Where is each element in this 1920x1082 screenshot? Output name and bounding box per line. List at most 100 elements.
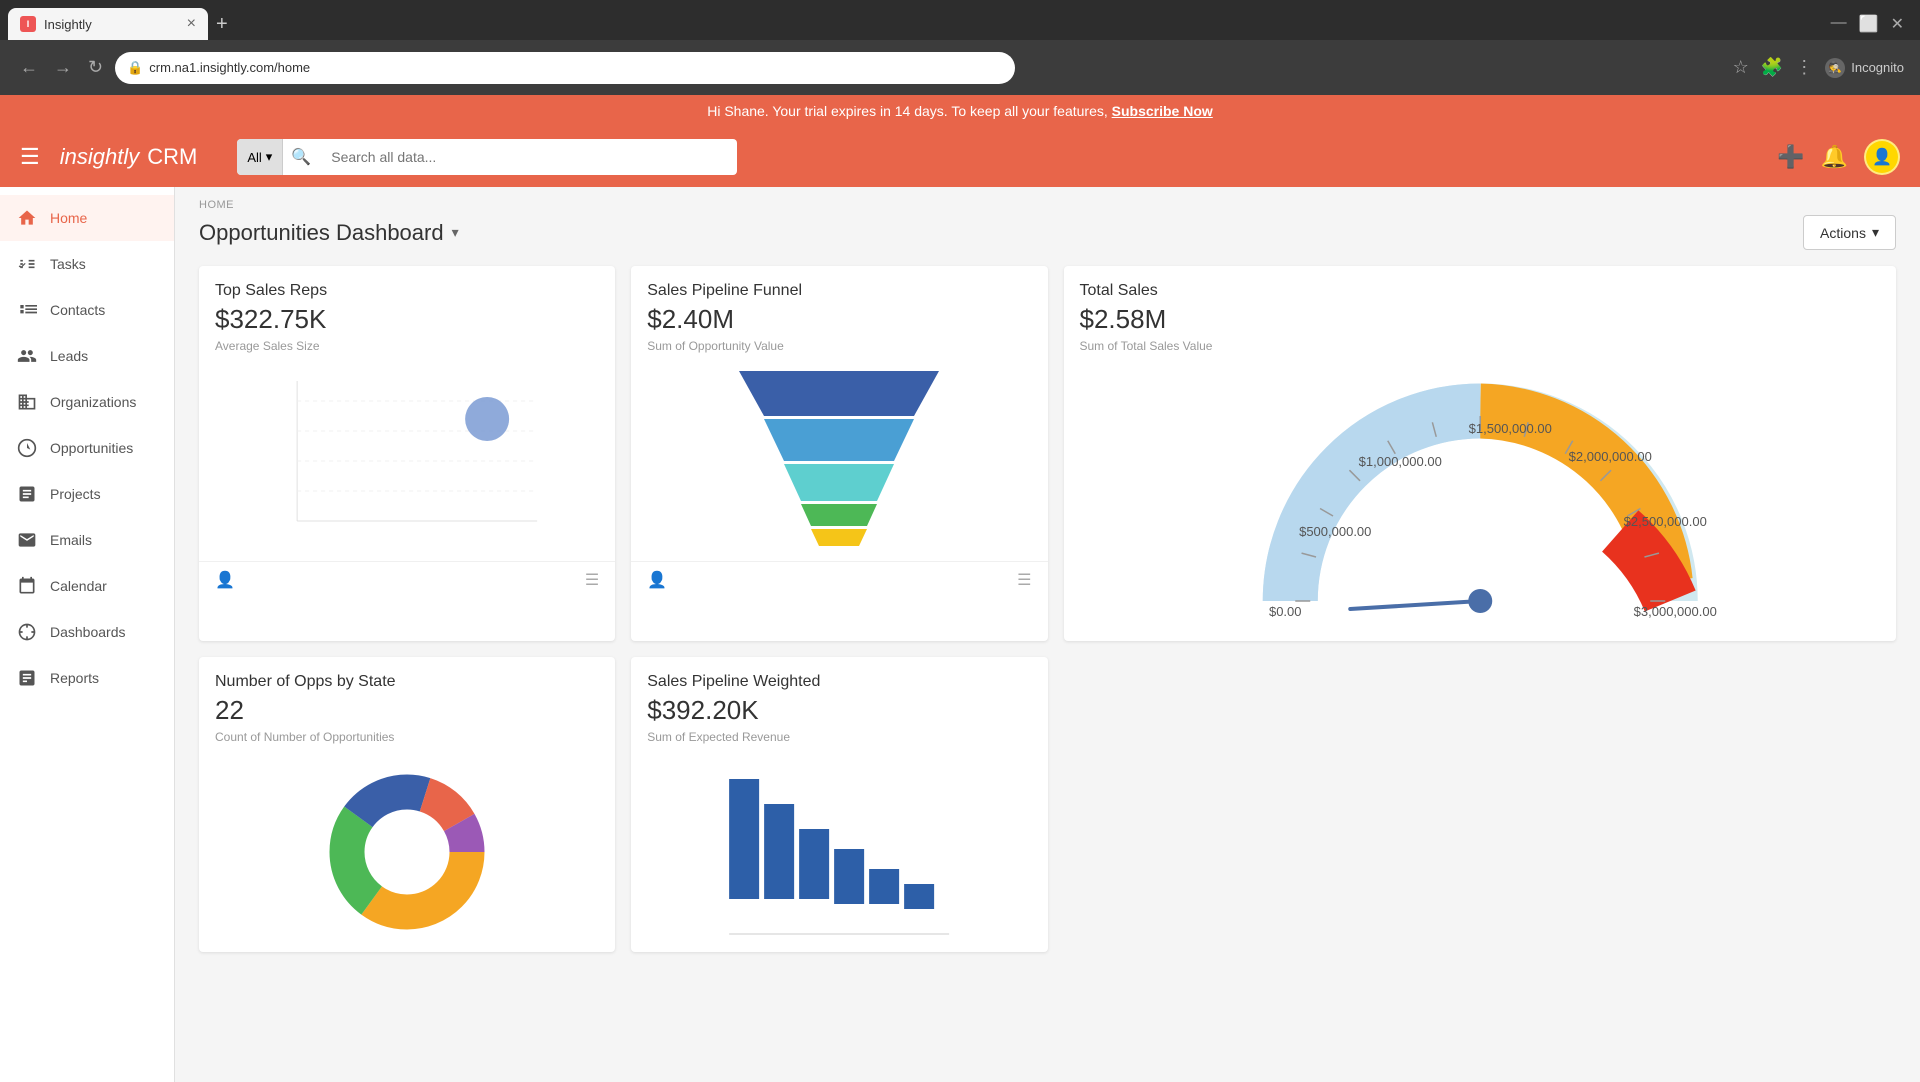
gauge-label-2-5m: $2,500,000.00 (1623, 514, 1706, 529)
actions-button[interactable]: Actions ▾ (1803, 215, 1896, 250)
new-tab-button[interactable]: + (216, 13, 228, 36)
sidebar-label-calendar: Calendar (50, 578, 107, 594)
top-sales-reps-card: Top Sales Reps $322.75K Average Sales Si… (199, 266, 615, 641)
tab-close-button[interactable]: × (187, 15, 196, 33)
active-tab[interactable]: I Insightly × (8, 8, 208, 40)
person-icon: 👤 (215, 570, 235, 590)
pipeline-weighted-header: Sales Pipeline Weighted $392.20K Sum of … (631, 657, 1047, 752)
sidebar-item-organizations[interactable]: Organizations (0, 379, 174, 425)
sidebar-item-contacts[interactable]: Contacts (0, 287, 174, 333)
pipeline-funnel-card: Sales Pipeline Funnel $2.40M Sum of Oppo… (631, 266, 1047, 641)
browser-settings-icon[interactable]: ⋮ (1795, 57, 1813, 78)
sidebar-item-home[interactable]: Home (0, 195, 174, 241)
browser-tabs: I Insightly × + — ⬜ ✕ (0, 0, 1920, 40)
opps-by-state-title: Number of Opps by State (215, 673, 599, 691)
pipeline-weighted-title: Sales Pipeline Weighted (647, 673, 1031, 691)
address-bar[interactable]: 🔒 crm.na1.insightly.com/home (115, 52, 1015, 84)
sidebar-item-opportunities[interactable]: Opportunities (0, 425, 174, 471)
sidebar-item-dashboards[interactable]: Dashboards (0, 609, 174, 655)
user-avatar[interactable]: 👤 (1864, 139, 1900, 175)
close-window-button[interactable]: ✕ (1891, 14, 1904, 34)
sidebar-label-emails: Emails (50, 532, 92, 548)
breadcrumb-area: HOME (175, 187, 1920, 211)
reports-icon (16, 667, 38, 689)
gauge-label-500k: $500,000.00 (1299, 524, 1371, 539)
gauge-label-1m: $1,000,000.00 (1358, 454, 1441, 469)
incognito-badge: 🕵 Incognito (1825, 58, 1904, 78)
search-input[interactable] (319, 149, 737, 165)
opps-by-state-value: 22 (215, 695, 599, 726)
padlock-icon: 🔒 (127, 60, 143, 76)
subscribe-link[interactable]: Subscribe Now (1112, 103, 1213, 119)
donut-chart (317, 762, 497, 942)
tasks-icon (16, 253, 38, 275)
search-filter-chevron: ▾ (266, 149, 273, 165)
actions-chevron-icon: ▾ (1872, 224, 1879, 241)
pipeline-funnel-body (631, 361, 1047, 561)
funnel-person-icon: 👤 (647, 570, 667, 590)
top-sales-reps-header: Top Sales Reps $322.75K Average Sales Si… (199, 266, 615, 361)
app-logo: insightly CRM (60, 144, 198, 170)
opps-by-state-header: Number of Opps by State 22 Count of Numb… (199, 657, 615, 752)
header-actions: ➕ 🔔 👤 (1777, 139, 1900, 175)
sidebar-label-contacts: Contacts (50, 302, 105, 318)
sidebar-item-leads[interactable]: Leads (0, 333, 174, 379)
reload-button[interactable]: ↻ (84, 53, 107, 82)
minimize-button[interactable]: — (1831, 14, 1847, 34)
total-sales-value: $2.58M (1080, 304, 1881, 335)
top-sales-reps-value: $322.75K (215, 304, 599, 335)
opportunities-icon (16, 437, 38, 459)
url-text: crm.na1.insightly.com/home (149, 60, 310, 75)
search-filter-dropdown[interactable]: All ▾ (237, 139, 283, 175)
main-content: HOME Opportunities Dashboard ▾ Actions ▾… (175, 187, 1920, 1082)
gauge-label-1-5m: $1,500,000.00 (1468, 421, 1551, 436)
top-sales-reps-title: Top Sales Reps (215, 282, 599, 300)
breadcrumb: HOME (199, 199, 1896, 211)
tab-title: Insightly (44, 17, 92, 32)
trial-text: Hi Shane. Your trial expires in 14 days.… (707, 103, 1108, 119)
sidebar-item-tasks[interactable]: Tasks (0, 241, 174, 287)
sidebar-label-organizations: Organizations (50, 394, 136, 410)
sidebar-item-calendar[interactable]: Calendar (0, 563, 174, 609)
gauge-label-2m: $2,000,000.00 (1568, 449, 1651, 464)
pipeline-funnel-value: $2.40M (647, 304, 1031, 335)
contacts-icon (16, 299, 38, 321)
tab-favicon: I (20, 16, 36, 32)
app-body: Home Tasks Contacts Leads Organizations (0, 187, 1920, 1082)
projects-icon (16, 483, 38, 505)
sidebar-item-projects[interactable]: Projects (0, 471, 174, 517)
home-icon (16, 207, 38, 229)
gauge-label-3m: $3,000,000.00 (1633, 604, 1716, 619)
gauge-label-0: $0.00 (1268, 604, 1301, 619)
pipeline-weighted-card: Sales Pipeline Weighted $392.20K Sum of … (631, 657, 1047, 952)
back-button[interactable]: ← (16, 53, 42, 82)
gauge-chart: $0.00 $500,000.00 $1,000,000.00 $1,500,0… (1064, 361, 1897, 641)
funnel-list-icon: ☰ (1017, 570, 1031, 590)
forward-button[interactable]: → (50, 53, 76, 82)
extensions-icon[interactable]: 🧩 (1761, 57, 1783, 78)
sidebar-item-reports[interactable]: Reports (0, 655, 174, 701)
sidebar-item-emails[interactable]: Emails (0, 517, 174, 563)
top-sales-reps-subtitle: Average Sales Size (215, 339, 599, 353)
gauge-needle (1350, 601, 1480, 609)
notifications-bell-icon[interactable]: 🔔 (1821, 144, 1848, 170)
maximize-button[interactable]: ⬜ (1859, 14, 1879, 34)
add-button[interactable]: ➕ (1777, 144, 1804, 170)
hamburger-menu-button[interactable]: ☰ (20, 144, 40, 170)
pipeline-funnel-title: Sales Pipeline Funnel (647, 282, 1031, 300)
emails-icon (16, 529, 38, 551)
dashboard-top-row: Top Sales Reps $322.75K Average Sales Si… (175, 266, 1920, 657)
page-title-area: Opportunities Dashboard ▾ (199, 220, 459, 246)
search-filter-label: All (247, 150, 261, 165)
page-title-dropdown[interactable]: ▾ (452, 224, 459, 241)
pipeline-funnel-footer: 👤 ☰ (631, 561, 1047, 598)
logo-crm: CRM (147, 144, 197, 170)
bookmark-icon[interactable]: ☆ (1733, 57, 1749, 78)
incognito-icon: 🕵 (1825, 58, 1845, 78)
total-sales-card: Total Sales $2.58M Sum of Total Sales Va… (1064, 266, 1897, 641)
top-sales-reps-footer: 👤 ☰ (199, 561, 615, 598)
browser-toolbar: ← → ↻ 🔒 crm.na1.insightly.com/home ☆ 🧩 ⋮… (0, 40, 1920, 95)
dashboards-icon (16, 621, 38, 643)
sidebar: Home Tasks Contacts Leads Organizations (0, 187, 175, 1082)
list-icon: ☰ (585, 570, 599, 590)
